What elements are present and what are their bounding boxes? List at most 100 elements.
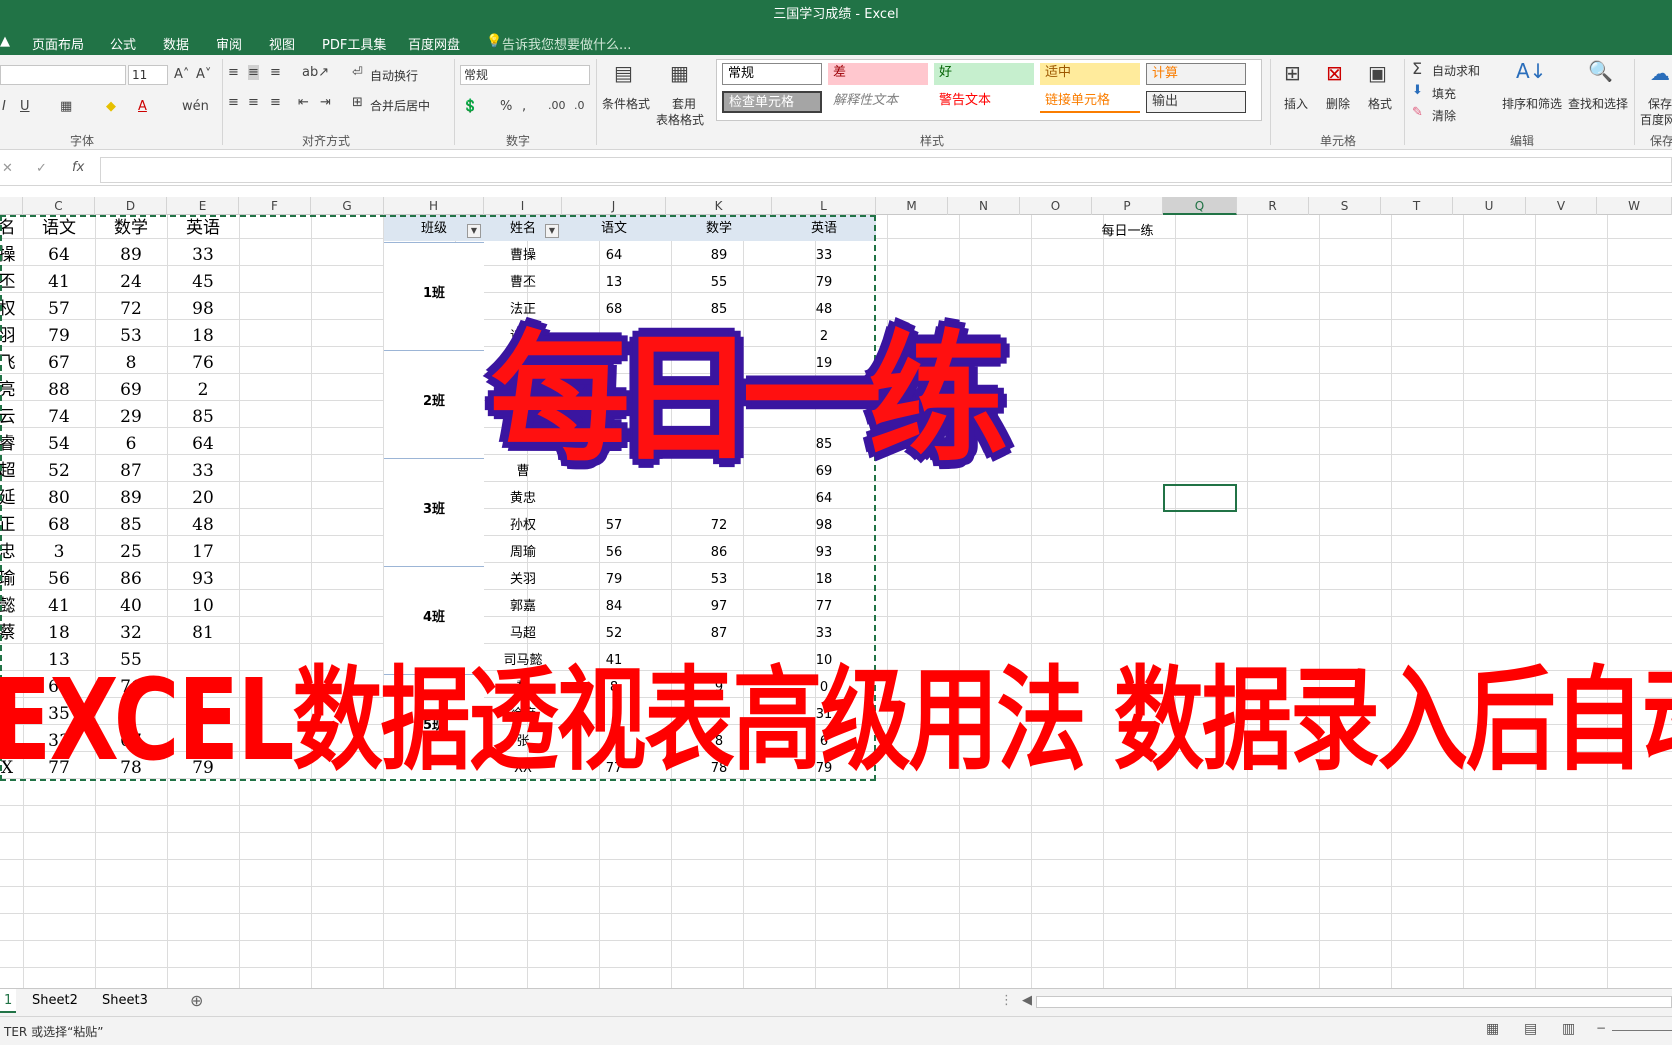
col-header-e[interactable]: E <box>167 197 239 215</box>
pivot-header-cell[interactable]: 英语 <box>772 215 876 242</box>
left-table-cell[interactable]: 89 <box>95 242 167 269</box>
left-table-cell[interactable]: 69 <box>95 377 167 404</box>
phonetic-icon[interactable]: wén <box>182 99 209 114</box>
pivot-header-cell[interactable]: 数学 <box>666 215 772 242</box>
fill-color-icon[interactable]: ◆ <box>106 99 116 114</box>
wrap-text-button[interactable]: 自动换行 <box>370 67 418 84</box>
sheet-tab-sheet3[interactable]: Sheet3 <box>102 993 148 1008</box>
delete-button[interactable]: 删除 <box>1326 95 1350 112</box>
border-icon[interactable]: ▦ <box>60 99 72 114</box>
pivot-cell[interactable]: 曹操 <box>484 242 562 269</box>
left-table-cell[interactable]: 52 <box>23 458 95 485</box>
tell-me-search[interactable]: 告诉我您想要做什么... <box>502 34 631 53</box>
left-table-cell[interactable]: 98 <box>167 296 239 323</box>
delete-cells-icon[interactable]: ⊠ <box>1326 61 1343 85</box>
style-normal[interactable]: 常规 <box>722 63 822 85</box>
left-table-cell[interactable]: 80 <box>23 485 95 512</box>
insert-button[interactable]: 插入 <box>1284 95 1308 112</box>
left-table-cell[interactable]: 86 <box>95 566 167 593</box>
left-table-header-cell[interactable]: 英语 <box>167 215 239 242</box>
font-color-icon[interactable]: A <box>138 99 147 114</box>
left-table-cell[interactable]: 瑜 <box>0 566 22 593</box>
page-break-view-icon[interactable]: ▥ <box>1562 1021 1575 1037</box>
align-left-icon[interactable]: ≡ <box>228 95 239 110</box>
pivot-class-label[interactable]: 1班 <box>384 282 484 301</box>
pivot-cell[interactable]: 关羽 <box>484 566 562 593</box>
col-header-t[interactable]: T <box>1381 197 1453 215</box>
sort-filter-button[interactable]: 排序和筛选 <box>1502 95 1562 112</box>
cancel-icon[interactable]: ✕ <box>2 161 13 176</box>
number-format-box[interactable]: 常规 <box>460 65 590 85</box>
baidu-save-icon[interactable]: ☁ <box>1650 61 1670 85</box>
style-output[interactable]: 输出 <box>1146 91 1246 113</box>
left-table-cell[interactable]: 85 <box>95 512 167 539</box>
left-table-cell[interactable]: 丕 <box>0 269 22 296</box>
format-table-label-1[interactable]: 套用 <box>672 95 696 112</box>
clear-button[interactable]: 清除 <box>1432 107 1456 124</box>
find-select-button[interactable]: 查找和选择 <box>1568 95 1628 112</box>
pivot-cell[interactable]: 97 <box>666 593 772 620</box>
col-header-h[interactable]: H <box>384 197 484 215</box>
left-table-cell[interactable]: 25 <box>95 539 167 566</box>
left-table-cell[interactable]: 6 <box>95 431 167 458</box>
tab-pdf-tools[interactable]: PDF工具集 <box>322 34 386 53</box>
pivot-class-label[interactable]: 2班 <box>384 390 484 409</box>
left-table-cell[interactable]: 85 <box>167 404 239 431</box>
left-table-cell[interactable]: 亮 <box>0 377 22 404</box>
align-center-icon[interactable]: ≡ <box>248 95 259 110</box>
left-table-cell[interactable]: 33 <box>167 458 239 485</box>
col-header-u[interactable]: U <box>1453 197 1526 215</box>
italic-icon[interactable]: I <box>2 99 6 114</box>
pivot-cell[interactable]: 33 <box>772 242 876 269</box>
left-table-cell[interactable]: 74 <box>23 404 95 431</box>
col-header-g[interactable]: G <box>311 197 384 215</box>
decrease-font-icon[interactable]: A˅ <box>196 67 211 82</box>
col-header-c[interactable]: C <box>23 197 95 215</box>
normal-view-icon[interactable]: ▦ <box>1486 1021 1499 1037</box>
left-table-cell[interactable]: 48 <box>167 512 239 539</box>
pivot-header-cell[interactable]: 语文 <box>562 215 666 242</box>
tab-data[interactable]: 数据 <box>163 34 189 53</box>
left-table-cell[interactable]: 57 <box>23 296 95 323</box>
format-table-icon[interactable]: ▦ <box>670 61 689 85</box>
fx-icon[interactable]: fx <box>72 160 84 175</box>
autosum-button[interactable]: 自动求和 <box>1432 62 1480 79</box>
pivot-cell[interactable]: 郭嘉 <box>484 593 562 620</box>
left-table-cell[interactable]: 睿 <box>0 431 22 458</box>
merge-icon[interactable]: ⊞ <box>352 95 363 110</box>
col-header-r[interactable]: R <box>1237 197 1309 215</box>
left-table-cell[interactable]: 延 <box>0 485 22 512</box>
tab-review[interactable]: 审阅 <box>216 34 242 53</box>
tab-splitter-icon[interactable]: ⋮ <box>1000 993 1013 1008</box>
pivot-cell[interactable]: 周瑜 <box>484 539 562 566</box>
tab-page-layout[interactable]: 页面布局 <box>32 34 84 53</box>
left-table-cell[interactable]: 8 <box>95 350 167 377</box>
enter-icon[interactable]: ✓ <box>36 161 47 176</box>
pivot-class-label[interactable]: 4班 <box>384 606 484 625</box>
left-table-cell[interactable]: 72 <box>95 296 167 323</box>
left-table-cell[interactable]: 64 <box>23 242 95 269</box>
format-cells-icon[interactable]: ▣ <box>1368 61 1387 85</box>
left-table-cell[interactable]: 76 <box>167 350 239 377</box>
side-note-cell[interactable]: 每日一练 <box>1092 220 1163 239</box>
underline-icon[interactable]: U <box>20 99 30 114</box>
autosum-icon[interactable]: Σ <box>1412 59 1422 78</box>
pivot-cell[interactable]: 84 <box>562 593 666 620</box>
eraser-icon[interactable]: ✎ <box>1412 105 1423 120</box>
col-header-d[interactable]: D <box>95 197 167 215</box>
align-right-icon[interactable]: ≡ <box>270 95 281 110</box>
col-header-q[interactable]: Q <box>1163 197 1237 215</box>
pivot-cell[interactable]: 89 <box>666 242 772 269</box>
save-baidu-label-1[interactable]: 保存 <box>1648 95 1672 112</box>
horizontal-scrollbar[interactable] <box>1036 996 1672 1008</box>
col-header-p[interactable]: P <box>1092 197 1163 215</box>
save-baidu-label-2[interactable]: 百度网 <box>1640 111 1672 128</box>
col-header-v[interactable]: V <box>1526 197 1597 215</box>
formula-input[interactable] <box>100 157 1672 183</box>
col-header-w[interactable]: W <box>1597 197 1672 215</box>
align-top-icon[interactable]: ≡ <box>228 65 239 80</box>
left-table-cell[interactable]: 33 <box>167 242 239 269</box>
active-cell-selection[interactable] <box>1163 484 1237 512</box>
left-table-cell[interactable]: 45 <box>167 269 239 296</box>
left-table-cell[interactable]: 17 <box>167 539 239 566</box>
